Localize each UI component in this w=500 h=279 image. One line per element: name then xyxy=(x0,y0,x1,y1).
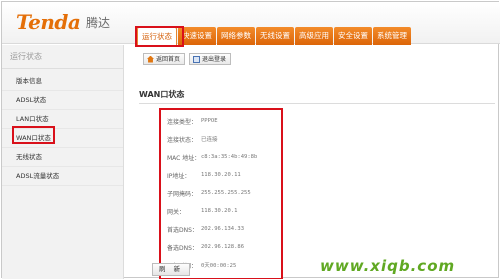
status-label: 连接类型： xyxy=(167,118,198,126)
router-admin-window: Tenda 腾达 运行状态 快速设置 网络参数 无线设置 高级应用 安全设置 系… xyxy=(1,1,500,279)
refresh-button[interactable]: 刷 新 xyxy=(152,263,191,276)
status-row: MAC 地址： c8:3a:35:4b:49:8b xyxy=(167,150,257,164)
nav-tab-system[interactable]: 系统管理 xyxy=(373,27,411,45)
title-divider xyxy=(139,103,495,104)
header: Tenda 腾达 运行状态 快速设置 网络参数 无线设置 高级应用 安全设置 系… xyxy=(2,2,500,45)
home-icon xyxy=(147,55,154,63)
status-value: 255.255.255.255 xyxy=(201,190,251,196)
status-label: IP地址： xyxy=(167,172,191,180)
status-label: 备选DNS： xyxy=(167,244,198,252)
tenda-logo: Tenda xyxy=(16,10,81,34)
status-row: 子网掩码： 255.255.255.255 xyxy=(167,186,251,200)
nav-tab-security[interactable]: 安全设置 xyxy=(334,27,372,45)
sidebar-item-adsl[interactable]: ADSL状态 xyxy=(2,91,123,110)
status-value: 202.96.128.86 xyxy=(201,244,245,250)
status-label: 网关： xyxy=(167,208,186,216)
logout-button[interactable]: 退出登录 xyxy=(189,53,232,65)
main-content: 返回首页 退出登录 WAN口状态 连接类型： PPPOE 连接状态： 已连接 M… xyxy=(125,45,500,279)
nav-tab-wireless[interactable]: 无线设置 xyxy=(256,27,294,45)
status-value: PPPOE xyxy=(201,118,218,124)
status-label: 子网掩码： xyxy=(167,190,198,198)
status-value: 202.96.134.33 xyxy=(201,226,245,232)
wan-status-panel: 连接类型： PPPOE 连接状态： 已连接 MAC 地址： c8:3a:35:4… xyxy=(159,108,283,279)
status-value: 已连接 xyxy=(201,137,218,143)
status-label: 首选DNS： xyxy=(167,226,198,234)
sidebar-title: 运行状态 xyxy=(2,45,123,69)
status-row: 首选DNS： 202.96.134.33 xyxy=(167,222,244,236)
sidebar-item-adsl-traffic[interactable]: ADSL流量状态 xyxy=(2,167,123,186)
logout-icon xyxy=(193,55,201,63)
sidebar-item-wireless[interactable]: 无线状态 xyxy=(2,148,123,167)
watermark: www.xiqb.com xyxy=(320,257,456,275)
logout-button-label: 退出登录 xyxy=(202,55,227,63)
status-value: 118.30.20.11 xyxy=(201,172,241,178)
status-row: 连接状态： 已连接 xyxy=(167,132,218,146)
home-button[interactable]: 返回首页 xyxy=(143,53,186,65)
nav-highlight-box xyxy=(135,26,184,47)
nav-tab-advanced[interactable]: 高级应用 xyxy=(295,27,333,45)
sidebar-highlight-box xyxy=(12,126,55,144)
nav-tab-network[interactable]: 网络参数 xyxy=(217,27,255,45)
tenda-logo-cn: 腾达 xyxy=(86,16,111,30)
status-row: 连接类型： PPPOE xyxy=(167,114,218,128)
status-label: MAC 地址： xyxy=(167,154,201,162)
status-value: 118.30.20.1 xyxy=(201,208,238,214)
status-row: 网关： 118.30.20.1 xyxy=(167,204,237,218)
sidebar: 运行状态 版本信息 ADSL状态 LAN口状态 WAN口状态 无线状态 ADSL… xyxy=(2,45,124,279)
page-title: WAN口状态 xyxy=(139,90,185,99)
sidebar-item-version[interactable]: 版本信息 xyxy=(2,72,123,91)
status-row: IP地址： 118.30.20.11 xyxy=(167,168,241,182)
status-value: 0天00:00:25 xyxy=(201,263,237,269)
status-value: c8:3a:35:4b:49:8b xyxy=(201,154,258,160)
status-label: 连接状态： xyxy=(167,136,198,144)
status-row: 备选DNS： 202.96.128.86 xyxy=(167,240,244,254)
toolbar: 返回首页 退出登录 xyxy=(143,53,232,65)
home-button-label: 返回首页 xyxy=(156,55,181,63)
